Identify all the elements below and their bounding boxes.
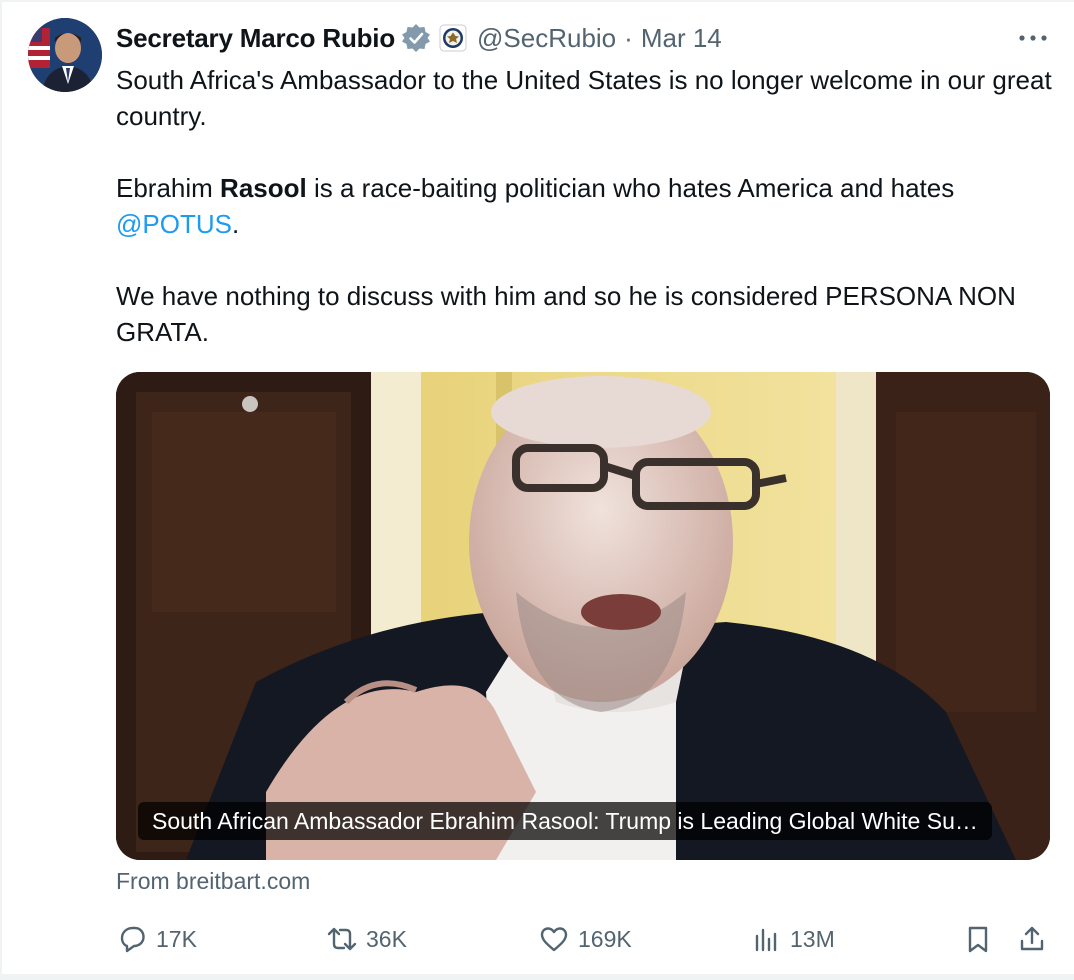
author-display-name[interactable]: Secretary Marco Rubio bbox=[116, 23, 395, 54]
header-separator: · bbox=[624, 22, 633, 53]
like-button[interactable]: 169K bbox=[538, 918, 632, 960]
share-upload-icon bbox=[1016, 923, 1048, 955]
avatar[interactable] bbox=[28, 18, 102, 92]
state-department-seal-icon[interactable] bbox=[439, 24, 467, 52]
tweet-paragraph-3: We have nothing to discuss with him and … bbox=[116, 281, 1016, 347]
more-dots-icon bbox=[1019, 35, 1047, 41]
tweet-paragraph-1: South Africa's Ambassador to the United … bbox=[116, 65, 1052, 131]
link-card-video[interactable]: South African Ambassador Ebrahim Rasool:… bbox=[116, 372, 1050, 860]
reply-icon bbox=[116, 923, 148, 955]
tweet-bold-name: Rasool bbox=[220, 173, 307, 203]
tweet-header: Secretary Marco Rubio @SecRubio · Mar 14 bbox=[116, 18, 1046, 58]
analytics-bars-icon bbox=[750, 923, 782, 955]
repost-button[interactable]: 36K bbox=[326, 918, 407, 960]
tweet-text: South Africa's Ambassador to the United … bbox=[116, 62, 1060, 350]
view-count: 13M bbox=[790, 925, 835, 952]
card-border-left bbox=[0, 0, 2, 980]
reply-count: 17K bbox=[156, 925, 197, 952]
tweet-text-segment: . bbox=[231, 209, 240, 239]
bookmark-button[interactable] bbox=[962, 918, 994, 960]
reply-button[interactable]: 17K bbox=[116, 918, 197, 960]
tweet-date[interactable]: Mar 14 bbox=[641, 23, 722, 54]
tweet-paragraph-2: Ebrahim Rasool is a race-baiting politic… bbox=[116, 170, 1060, 242]
card-border-top bbox=[0, 0, 1074, 2]
potus-mention-link[interactable]: @POTUS bbox=[116, 209, 232, 239]
repost-icon bbox=[326, 923, 358, 955]
heart-icon bbox=[538, 923, 570, 955]
avatar-photo bbox=[28, 18, 102, 92]
verified-check-icon bbox=[401, 23, 431, 53]
share-button[interactable] bbox=[1016, 918, 1048, 960]
tweet-text-segment: is a race-baiting politician who hates A… bbox=[306, 173, 955, 203]
repost-count: 36K bbox=[366, 925, 407, 952]
source-domain-link[interactable]: From breitbart.com bbox=[116, 868, 310, 895]
like-count: 169K bbox=[578, 925, 632, 952]
views-button[interactable]: 13M bbox=[750, 918, 835, 960]
author-handle[interactable]: @SecRubio bbox=[477, 23, 616, 54]
bookmark-icon bbox=[962, 923, 994, 955]
video-thumbnail bbox=[116, 372, 1050, 860]
tweet-action-bar: 17K 36K 169K 13M bbox=[116, 918, 1056, 960]
more-options-button[interactable] bbox=[1016, 26, 1050, 50]
tweet-text-segment: Ebrahim bbox=[116, 173, 221, 203]
video-caption: South African Ambassador Ebrahim Rasool:… bbox=[138, 802, 992, 840]
card-border-bottom bbox=[0, 974, 1074, 980]
